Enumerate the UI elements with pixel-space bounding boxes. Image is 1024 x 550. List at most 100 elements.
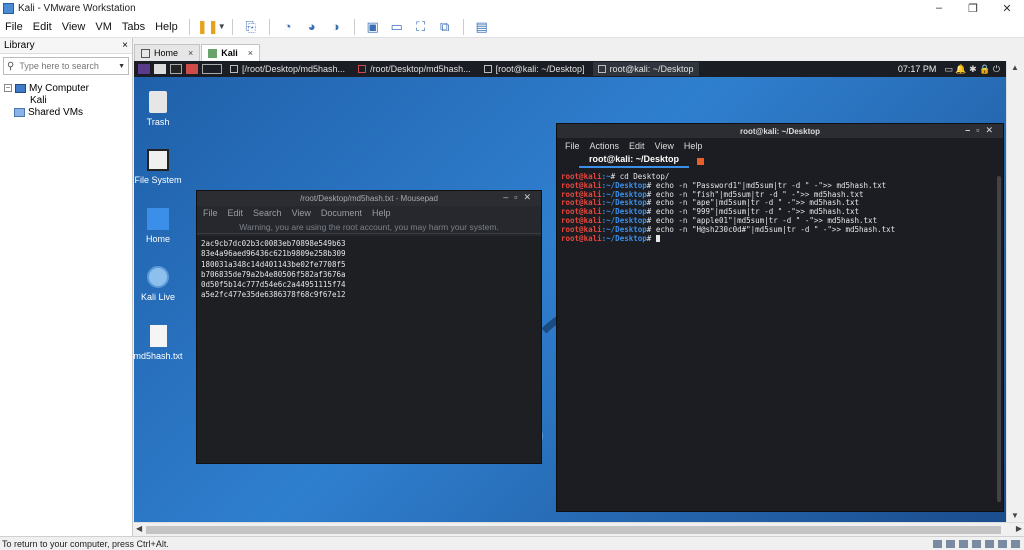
menu-vm[interactable]: VM <box>90 21 117 33</box>
terminal-menu-view[interactable]: View <box>655 141 674 151</box>
mousepad-menu-search[interactable]: Search <box>253 208 282 218</box>
mousepad-window[interactable]: /root/Desktop/md5hash.txt - Mousepad –▫✕… <box>196 190 542 464</box>
unity-icon[interactable]: ⧉ <box>435 18 455 36</box>
tree-item-my-computer[interactable]: – My Computer <box>4 82 128 94</box>
snapshot-manager-icon[interactable]: ◑ <box>326 18 346 36</box>
thumbnail-bar-icon[interactable]: ▭ <box>387 18 407 36</box>
disc-icon <box>147 266 169 288</box>
scroll-thumb[interactable] <box>146 526 1001 534</box>
chevron-down-icon[interactable]: ▼ <box>118 63 125 70</box>
tree-item-shared-vms[interactable]: Shared VMs <box>4 106 128 118</box>
scroll-up-icon[interactable]: ▲ <box>1011 63 1019 72</box>
show-library-icon[interactable]: ▣ <box>363 18 383 36</box>
menu-view[interactable]: View <box>57 21 91 33</box>
chevron-down-icon[interactable]: ▼ <box>218 22 226 31</box>
taskbar-item-mousepad-1[interactable]: [/root/Desktop/md5hash... <box>225 62 350 76</box>
panel-clock[interactable]: 07:17 PM <box>898 64 937 74</box>
computer-icon <box>15 83 26 93</box>
hash-line: 2ac9cb7dc02b3c0083eb70898e549b63 <box>201 239 346 248</box>
menu-help[interactable]: Help <box>150 21 183 33</box>
browser-launcher-icon[interactable] <box>186 64 198 74</box>
revert-snapshot-icon[interactable]: ◕ <box>302 18 322 36</box>
console-view-icon[interactable]: ▤ <box>472 18 492 36</box>
scroll-right-icon[interactable]: ▶ <box>1016 524 1022 533</box>
taskbar-item-mousepad-2[interactable]: /root/Desktop/md5hash... <box>353 62 476 76</box>
desktop-icon-home[interactable]: Home <box>134 208 188 244</box>
snapshot-icon[interactable]: ◔ <box>278 18 298 36</box>
tab-kali-close-icon[interactable]: × <box>248 48 253 58</box>
mousepad-menu-view[interactable]: View <box>292 208 311 218</box>
terminal-menubar: File Actions Edit View Help <box>557 138 1003 153</box>
drive-icon <box>147 149 169 171</box>
toolbar-separator <box>462 18 464 35</box>
desktop-icon-kali-live[interactable]: Kali Live <box>134 266 188 302</box>
mousepad-editor[interactable]: 2ac9cb7dc02b3c0083eb70898e549b63 83e4a96… <box>197 236 541 463</box>
library-header: Library × <box>0 38 132 54</box>
minimize-button[interactable]: – <box>922 0 956 16</box>
desktop-icon-trash[interactable]: Trash <box>134 91 188 127</box>
menu-tabs[interactable]: Tabs <box>117 21 150 33</box>
library-search-input[interactable]: ⚲ Type here to search ▼ <box>3 57 129 75</box>
home-icon <box>141 48 150 58</box>
tree-label-my-computer: My Computer <box>29 82 90 94</box>
kali-menu-icon[interactable] <box>138 64 150 74</box>
cd-icon <box>946 539 955 548</box>
toolbar-separator <box>268 18 270 35</box>
mousepad-menu-file[interactable]: File <box>203 208 218 218</box>
taskbar-item-terminal-2[interactable]: root@kali: ~/Desktop <box>592 62 699 76</box>
terminal-menu-help[interactable]: Help <box>684 141 703 151</box>
pause-icon[interactable]: ❚❚ <box>197 18 219 36</box>
terminal-scrollbar[interactable] <box>997 176 1001 502</box>
terminal-window[interactable]: root@kali: ~/Desktop –▫✕ File Actions Ed… <box>556 123 1004 512</box>
vm-display[interactable]: [/root/Desktop/md5hash... /root/Desktop/… <box>134 61 1006 522</box>
scroll-left-icon[interactable]: ◀ <box>136 524 142 533</box>
hash-line: 83e4a96aed96436c621b9809e258b309 <box>201 249 346 259</box>
collapse-icon[interactable]: – <box>4 84 12 92</box>
workspace-icon[interactable] <box>202 64 222 74</box>
tab-home-close-icon[interactable]: × <box>188 48 193 58</box>
mousepad-menu-document[interactable]: Document <box>321 208 362 218</box>
toolbar-separator <box>231 18 233 35</box>
tree-item-kali[interactable]: Kali <box>4 94 143 108</box>
taskbar-item-terminal-1[interactable]: [root@kali: ~/Desktop] <box>479 62 590 76</box>
library-close-icon[interactable]: × <box>122 40 128 51</box>
terminal-menu-file[interactable]: File <box>565 141 580 151</box>
mousepad-menu-edit[interactable]: Edit <box>228 208 244 218</box>
mousepad-menu-help[interactable]: Help <box>372 208 391 218</box>
trash-icon <box>149 91 167 113</box>
terminal-menu-edit[interactable]: Edit <box>629 141 645 151</box>
tray-icons[interactable]: ▭ 🔔 ✱ 🔒 ⏻ <box>944 64 1000 75</box>
scroll-down-icon[interactable]: ▼ <box>1011 511 1019 520</box>
terminal-launcher-icon[interactable] <box>170 64 182 74</box>
terminal-titlebar[interactable]: root@kali: ~/Desktop –▫✕ <box>557 124 1003 138</box>
terminal-window-controls[interactable]: –▫✕ <box>965 125 999 136</box>
hash-line: 180031a348c14d401143be02fe7708f5 <box>201 259 346 269</box>
mousepad-window-controls[interactable]: –▫✕ <box>503 192 537 203</box>
tab-home[interactable]: Home × <box>134 44 201 61</box>
close-button[interactable]: ✕ <box>990 0 1024 16</box>
root-warning: Warning, you are using the root account,… <box>197 220 541 234</box>
mousepad-titlebar[interactable]: /root/Desktop/md5hash.txt - Mousepad –▫✕ <box>197 191 541 206</box>
home-folder-icon <box>147 208 169 230</box>
terminal-tab[interactable]: root@kali: ~/Desktop <box>579 154 689 168</box>
shared-vms-icon <box>14 107 25 117</box>
terminal-menu-actions[interactable]: Actions <box>590 141 620 151</box>
menu-file[interactable]: File <box>0 21 28 33</box>
terminal-output[interactable]: root@kali:~# cd Desktop/root@kali:~/Desk… <box>561 173 995 507</box>
horizontal-scrollbar[interactable]: ◀ ▶ <box>134 522 1024 536</box>
desktop-icon-md5hash[interactable]: md5hash.txt <box>134 325 188 361</box>
send-ctrl-alt-del-icon[interactable]: ⎘ <box>241 18 261 36</box>
menu-edit[interactable]: Edit <box>28 21 57 33</box>
show-desktop-icon[interactable] <box>154 64 166 74</box>
menubar: File Edit View VM Tabs Help ❚❚ ▼ ⎘ ◔ ◕ ◑… <box>0 16 1024 38</box>
device-status-icons[interactable] <box>929 539 1020 548</box>
fullscreen-icon[interactable]: ⛶ <box>411 18 431 36</box>
desktop-icon-file-system[interactable]: File System <box>134 149 188 185</box>
terminal-tab-close-icon[interactable] <box>697 157 704 165</box>
hdd-icon <box>933 539 942 548</box>
vertical-scrollbar[interactable]: ▲ ▼ <box>1006 61 1024 522</box>
tab-home-label: Home <box>154 48 179 58</box>
maximize-button[interactable]: ❐ <box>956 0 990 16</box>
tab-kali[interactable]: Kali × <box>201 44 261 61</box>
library-tree: – My Computer Kali Shared VMs <box>0 78 143 122</box>
